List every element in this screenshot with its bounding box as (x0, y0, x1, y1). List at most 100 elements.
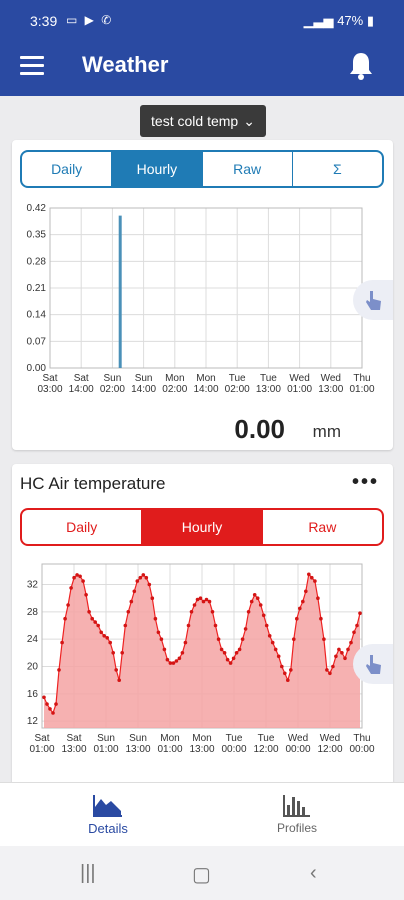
temperature-point (234, 651, 239, 655)
tab-hourly[interactable]: Hourly (142, 510, 263, 544)
x-tick-label: 00:00 (349, 744, 374, 755)
x-tick-label: 13:00 (125, 744, 150, 755)
touch-hint-icon[interactable] (353, 644, 393, 684)
x-tick-label: 14:00 (69, 384, 94, 395)
temperature-point (340, 651, 344, 655)
temperature-point (246, 610, 251, 614)
tab-daily[interactable]: Daily (22, 152, 113, 186)
tab-raw[interactable]: Raw (263, 510, 382, 544)
x-tick-label: Wed (289, 373, 309, 384)
tab-sum[interactable]: Σ (293, 152, 382, 186)
x-tick-label: Tue (258, 733, 275, 744)
battery-icon: ▮ (366, 13, 374, 28)
temperature-point (304, 589, 308, 594)
x-tick-label: 02:00 (162, 384, 187, 395)
x-tick-label: 13:00 (61, 744, 86, 755)
temperature-point (358, 611, 362, 615)
temperature-point (192, 603, 197, 607)
recent-apps-icon[interactable]: ||| (80, 862, 96, 885)
temperature-point (207, 599, 212, 604)
chevron-down-icon: ⌄ (243, 112, 255, 129)
tab-raw[interactable]: Raw (203, 152, 293, 186)
x-tick-label: Wed (320, 733, 340, 744)
temperature-point (201, 599, 206, 604)
temperature-point (45, 702, 49, 706)
y-tick-label: 0.21 (27, 283, 47, 294)
precip-unit: mm (312, 422, 341, 441)
temperature-point (225, 657, 230, 662)
temperature-point (117, 678, 121, 682)
temperature-point (114, 668, 118, 672)
temperature-point (322, 637, 326, 641)
temperature-point (108, 640, 112, 645)
temperature-point (316, 596, 320, 600)
temperature-point (264, 623, 269, 628)
temperature-point (57, 668, 61, 672)
nav-profiles[interactable]: Profiles (237, 793, 357, 835)
x-tick-label: Sat (34, 733, 49, 744)
temperature-point (156, 630, 161, 635)
hamburger-menu-icon[interactable] (20, 56, 44, 78)
y-tick-label: 0.14 (27, 310, 47, 321)
x-tick-label: 01:00 (349, 384, 374, 395)
temperature-point (138, 575, 143, 580)
y-tick-label: 20 (27, 662, 39, 673)
x-tick-label: 00:00 (285, 744, 310, 755)
y-tick-label: 28 (27, 607, 39, 618)
x-tick-label: 13:00 (189, 744, 214, 755)
y-tick-label: 0.07 (27, 336, 47, 347)
temperature-point (352, 630, 356, 635)
notification-icons: ▭ ▶ ✆ (66, 13, 114, 27)
temperature-point (129, 599, 134, 604)
x-tick-label: Sun (129, 733, 147, 744)
y-tick-label: 24 (27, 634, 39, 645)
x-tick-label: Sat (74, 373, 89, 384)
x-tick-label: 13:00 (318, 384, 343, 395)
temperature-point (135, 579, 140, 583)
temperature-point (180, 651, 185, 655)
nav-details[interactable]: Details (48, 793, 168, 836)
y-tick-label: 12 (27, 716, 39, 727)
x-tick-label: 01:00 (93, 744, 118, 755)
home-icon[interactable]: ▢ (192, 862, 211, 887)
touch-hint-icon[interactable] (353, 280, 393, 320)
back-icon[interactable]: ‹ (310, 862, 317, 885)
temperature-point (289, 668, 293, 672)
temperature-point (273, 647, 278, 652)
x-tick-label: Sun (104, 373, 122, 384)
x-tick-label: Mon (160, 733, 179, 744)
x-tick-label: 13:00 (256, 384, 281, 395)
temperature-point (132, 589, 137, 594)
profile-select[interactable]: test cold temp ⌄ (140, 105, 266, 137)
x-tick-label: 14:00 (193, 384, 218, 395)
temperature-point (216, 637, 221, 641)
temperature-point (162, 647, 167, 652)
tab-daily[interactable]: Daily (22, 510, 143, 544)
bottom-nav: Details Profiles (0, 782, 404, 846)
temperature-point (301, 599, 305, 604)
temperature-point (90, 616, 94, 621)
bell-icon[interactable] (348, 51, 374, 81)
temperature-point (87, 610, 91, 614)
tab-hourly[interactable]: Hourly (112, 152, 203, 186)
temperature-point (298, 606, 302, 611)
temperature-point (66, 603, 70, 607)
more-options-icon[interactable]: ••• (352, 472, 379, 492)
temperature-point (267, 634, 272, 638)
precip-bar (118, 215, 122, 368)
temperature-point (174, 659, 179, 663)
temperature-point (102, 634, 106, 638)
temperature-point (99, 630, 103, 635)
x-tick-label: Sat (66, 733, 81, 744)
temperature-point (210, 610, 215, 614)
temperature-point (213, 623, 218, 628)
temperature-point (228, 661, 233, 665)
temperature-point (198, 596, 203, 600)
temperature-point (219, 647, 224, 652)
status-icons: ▁▃▅ 47% ▮ (304, 13, 374, 29)
x-tick-label: 02:00 (225, 384, 250, 395)
temperature-point (81, 579, 85, 583)
temperature-point (337, 647, 341, 652)
temperature-point (93, 620, 97, 624)
temperature-point (147, 582, 152, 587)
